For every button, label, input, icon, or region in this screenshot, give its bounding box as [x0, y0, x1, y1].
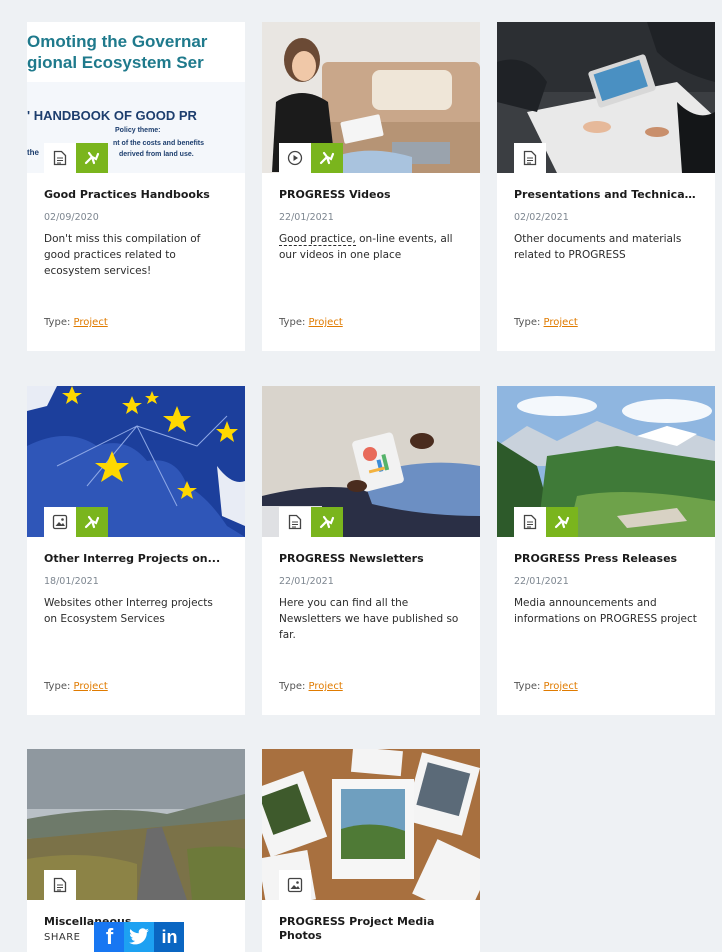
card-description: Other documents and materials related to…: [514, 233, 682, 261]
document-icon: [44, 870, 76, 900]
cover-line-5: nt of the costs and benefits: [113, 140, 205, 147]
card-date: 22/01/2021: [279, 212, 334, 223]
card-title[interactable]: Other Interreg Projects on...: [44, 552, 228, 566]
card-title[interactable]: PROGRESS Videos: [279, 188, 463, 202]
document-icon: [44, 143, 76, 173]
cover-line-1: Omoting the Governar: [27, 32, 208, 51]
type-label: Type:: [279, 317, 306, 328]
document-icon: [514, 507, 546, 537]
image-icon: [279, 870, 311, 900]
card-other-interreg-projects[interactable]: Other Interreg Projects on... 18/01/2021…: [27, 386, 245, 715]
card-description: Good practice, on-line events, all our v…: [279, 231, 463, 295]
cover-line-4: Policy theme:: [115, 127, 161, 134]
card-presentations[interactable]: Presentations and Technical... 02/02/202…: [497, 22, 715, 351]
card-title[interactable]: Presentations and Technical...: [514, 188, 698, 202]
card-type: Type: Project: [514, 681, 698, 692]
leaf-brand-icon: [76, 143, 108, 173]
cover-line-2: gional Ecosystem Ser: [27, 53, 204, 72]
twitter-icon: [129, 928, 150, 945]
card-description: Don't miss this compilation of good prac…: [44, 233, 201, 277]
cover-line-3: ' HANDBOOK OF GOOD PR: [27, 108, 197, 123]
type-label: Type:: [44, 681, 71, 692]
card-thumbnail[interactable]: [262, 386, 480, 537]
card-description: Media announcements and informations on …: [514, 597, 697, 625]
image-icon: [44, 507, 76, 537]
type-label: Type:: [279, 681, 306, 692]
card-type: Type: Project: [44, 681, 228, 692]
card-date: 22/01/2021: [279, 576, 334, 587]
card-title[interactable]: PROGRESS Project Media Photos: [279, 915, 463, 943]
cover-line-6: derived from land use.: [119, 151, 194, 158]
card-title[interactable]: PROGRESS Press Releases: [514, 552, 698, 566]
document-icon: [514, 143, 546, 173]
leaf-brand-icon: [311, 507, 343, 537]
type-link[interactable]: Project: [309, 681, 343, 692]
card-type: Type: Project: [44, 317, 228, 328]
share-bar: SHARE f in: [44, 922, 185, 952]
card-description: Websites other Interreg projects on Ecos…: [44, 597, 213, 625]
play-icon: [279, 143, 311, 173]
card-thumbnail[interactable]: [497, 386, 715, 537]
type-link[interactable]: Project: [544, 317, 578, 328]
card-date: 22/01/2021: [514, 576, 569, 587]
type-link[interactable]: Project: [544, 681, 578, 692]
cover-prefix: the: [27, 148, 39, 157]
card-title[interactable]: Good Practices Handbooks: [44, 188, 228, 202]
leaf-brand-icon: [311, 143, 343, 173]
card-type: Type: Project: [279, 681, 463, 692]
facebook-icon: f: [105, 924, 114, 949]
leaf-brand-icon: [76, 507, 108, 537]
card-thumbnail[interactable]: [27, 749, 245, 900]
type-link[interactable]: Project: [74, 681, 108, 692]
type-link[interactable]: Project: [309, 317, 343, 328]
type-label: Type:: [44, 317, 71, 328]
card-progress-videos[interactable]: PROGRESS Videos 22/01/2021 Good practice…: [262, 22, 480, 351]
card-type: Type: Project: [279, 317, 463, 328]
type-label: Type:: [514, 681, 541, 692]
card-progress-newsletters[interactable]: PROGRESS Newsletters 22/01/2021 Here you…: [262, 386, 480, 715]
document-icon: [279, 507, 311, 537]
card-thumbnail[interactable]: [262, 749, 480, 900]
resource-grid: Omoting the Governar gional Ecosystem Se…: [0, 0, 722, 952]
card-progress-press-releases[interactable]: PROGRESS Press Releases 22/01/2021 Media…: [497, 386, 715, 715]
card-thumbnail[interactable]: [27, 386, 245, 537]
facebook-share-button[interactable]: f: [94, 922, 125, 952]
type-label: Type:: [514, 317, 541, 328]
card-thumbnail[interactable]: [497, 22, 715, 173]
card-good-practices-handbooks[interactable]: Omoting the Governar gional Ecosystem Se…: [27, 22, 245, 351]
leaf-brand-icon: [546, 507, 578, 537]
card-media-photos[interactable]: PROGRESS Project Media Photos: [262, 749, 480, 952]
card-thumbnail[interactable]: [262, 22, 480, 173]
card-type: Type: Project: [514, 317, 698, 328]
card-date: 18/01/2021: [44, 576, 99, 587]
card-title[interactable]: PROGRESS Newsletters: [279, 552, 463, 566]
twitter-share-button[interactable]: [124, 922, 155, 952]
linkedin-share-button[interactable]: in: [154, 922, 185, 952]
type-link[interactable]: Project: [74, 317, 108, 328]
card-description: Here you can find all the Newsletters we…: [279, 597, 459, 641]
linkedin-icon: in: [161, 926, 178, 947]
glossary-term[interactable]: Good practice,: [279, 233, 356, 246]
card-thumbnail[interactable]: Omoting the Governar gional Ecosystem Se…: [27, 22, 245, 173]
card-date: 02/09/2020: [44, 212, 99, 223]
card-date: 02/02/2021: [514, 212, 569, 223]
share-label: SHARE: [44, 931, 81, 943]
